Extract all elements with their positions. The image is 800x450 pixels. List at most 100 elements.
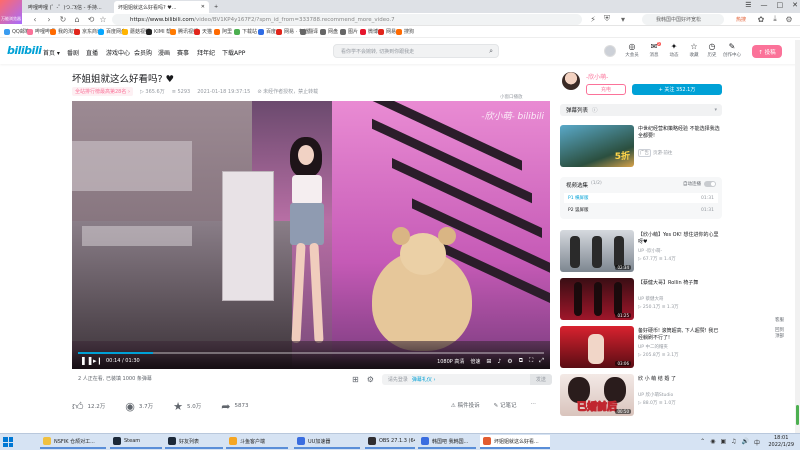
taskbar-item[interactable]: OBS 27.1.3 (64-bi... [365, 435, 415, 449]
taskbar-item[interactable]: NSFIK 仓颉对工... [40, 435, 106, 449]
bolt-icon[interactable]: ⚡ [588, 14, 598, 24]
danmaku-input[interactable]: 请先登录 弹幕礼仪 › 发送 [381, 374, 552, 385]
danmaku-etiquette-link[interactable]: 弹幕礼仪 › [412, 376, 436, 383]
taskbar-item[interactable]: Steam [110, 435, 162, 449]
bookmark-item[interactable]: 网盘 [320, 28, 338, 35]
nav-manga[interactable]: 漫画 [158, 48, 170, 57]
back-icon[interactable]: ‹ [30, 14, 40, 24]
progress-bar[interactable] [78, 352, 544, 354]
recommended-video[interactable]: 02:34 【欣小萌】Yes OK! 想住进你的心里呀♥ UP -欣小萌- ▷ … [560, 230, 722, 274]
recommended-video[interactable]: 01:25 【蔡健大哥】Rollin 椅子舞 UP 蔡健大哥 ▷ 250.1万 … [560, 278, 722, 322]
fullscreen-icon[interactable]: ⤢ [539, 357, 544, 365]
customer-service-button[interactable]: 客服 [775, 318, 784, 324]
next-episode-icon[interactable]: ▸❙ [93, 357, 102, 365]
restore-tab-icon[interactable]: ⟲ [86, 14, 96, 24]
nav-live[interactable]: 直播 [86, 48, 98, 57]
note-button[interactable]: ✎ 记笔记 [494, 401, 517, 409]
url-input[interactable]: https://www.bilibili.com/video/BV1KP4y16… [112, 14, 582, 25]
tray-app-icon[interactable]: ▣ [720, 438, 726, 447]
favorite-star-icon[interactable]: ☆ [98, 14, 108, 24]
upload-button[interactable]: ↑ 投稿 [752, 45, 782, 58]
follow-button[interactable]: + 关注 352.1万 [632, 84, 722, 95]
like-button[interactable]: 👍︎ 12.2万 [72, 400, 105, 413]
taskbar-item[interactable]: 好友列表 [165, 435, 223, 449]
close-window-icon[interactable]: ✕ [792, 1, 798, 9]
clock[interactable]: 18:01 2022/1/29 [768, 435, 794, 449]
nav-download-app[interactable]: 下载APP [222, 48, 245, 57]
toggle-switch[interactable] [704, 181, 716, 187]
ime-indicator[interactable]: 中 [754, 438, 760, 447]
bookmark-item[interactable]: 搜狗 [396, 28, 414, 35]
home-icon[interactable]: ⌂ [72, 14, 82, 24]
recommended-video[interactable]: 已婚前后 00:50 欣 小 萌 结 婚 了 UP 欣小萌Studio ▷ 88… [560, 374, 722, 418]
scrollbar-track[interactable] [795, 40, 800, 433]
back-to-top-button[interactable]: 回到 顶部 [775, 328, 784, 340]
vip-button[interactable]: ◎ 大会员 [622, 42, 642, 58]
shield-icon[interactable]: ⛨ [602, 14, 612, 24]
taskbar-item[interactable]: 坏姐姐就这么好看... [480, 435, 550, 449]
favorites-button[interactable]: ☆ 收藏 [684, 42, 704, 58]
rank-tag[interactable]: 全站排行榜最高第28名 › [72, 87, 133, 96]
danmaku-settings-icon[interactable]: ⚙ [367, 375, 374, 384]
tray-app-icon[interactable]: ◉ [710, 438, 715, 447]
forward-icon[interactable]: › [44, 14, 54, 24]
browser-tab-active[interactable]: 坏姐姐就这么好看吗? ♥... ✕ [114, 1, 209, 13]
taskbar-item[interactable]: UU加速器 [294, 435, 360, 449]
download-icon[interactable]: ⤓ [770, 14, 780, 24]
mini-player-toggle[interactable]: 小窗口播放 [500, 94, 523, 100]
danmaku-list-header[interactable]: 弹幕列表 ⓘ ▾ [560, 104, 722, 116]
danmaku-toggle-icon[interactable]: ⊞ [352, 375, 359, 384]
quality-selector[interactable]: 1080P 高清 [437, 358, 464, 365]
pip-icon[interactable]: ⧉ [519, 357, 523, 365]
speed-selector[interactable]: 倍速 [470, 358, 480, 365]
settings-icon[interactable]: ⚙ [507, 358, 512, 365]
volume-tray-icon[interactable]: 🔊 [742, 438, 749, 447]
uploader-name[interactable]: -欣小萌- [586, 72, 608, 81]
nav-game-center[interactable]: 游戏中心 [106, 48, 130, 57]
dynamics-button[interactable]: ✦ 动态 [664, 42, 684, 58]
share-button[interactable]: ➦ 5873 [221, 400, 248, 413]
start-button[interactable] [3, 437, 13, 447]
subtitle-icon[interactable]: ⊞ [486, 358, 491, 365]
nav-anime[interactable]: 番剧 [67, 48, 79, 57]
recommended-video[interactable]: 03:06 备好硬币! 滚筒超高, 下人超赞! 我已经躺刷不行了! UP 中二的… [560, 326, 722, 370]
uploader-avatar[interactable] [562, 72, 580, 90]
minimize-icon[interactable]: — [761, 1, 768, 9]
volume-icon[interactable]: ♪ [497, 358, 501, 365]
episode-item-p2[interactable]: P2 竖屏版 01:31 [564, 205, 718, 215]
bookmark-item[interactable]: 图片 [340, 28, 358, 35]
widescreen-icon[interactable]: ⛶ [529, 357, 533, 365]
tray-app-icon[interactable]: ♫ [731, 438, 736, 447]
menu-icon[interactable]: ☰ [745, 1, 751, 9]
nav-mall[interactable]: 会员购 [134, 48, 152, 57]
bookmark-item[interactable]: 翻译 [300, 28, 318, 35]
avatar[interactable] [604, 45, 616, 57]
hot-badge[interactable]: 热搜 [730, 14, 752, 24]
episode-item-p1[interactable]: P1 横屏版 01:31 [564, 193, 718, 203]
taskbar-item[interactable]: 韩国吧 我韩国... [418, 435, 476, 449]
extension-icon[interactable]: ✿ [756, 14, 766, 24]
report-button[interactable]: ⚠ 稿件投诉 [451, 401, 480, 409]
coin-button[interactable]: ◉ 3.7万 [125, 400, 153, 413]
tools-icon[interactable]: ⚙ [784, 14, 794, 24]
browser-logo[interactable]: 万能浏览器 [0, 0, 22, 24]
bookmark-item[interactable]: 阿里 [214, 28, 232, 35]
play-pause-icon[interactable]: ❚❚ [80, 356, 93, 365]
bilibili-logo[interactable]: bilibili [7, 44, 42, 57]
browser-search-input[interactable]: 我韩国中国好坏宽松 [642, 14, 724, 25]
dropdown-icon[interactable]: ▾ [618, 14, 628, 24]
charge-button[interactable]: 充电 [586, 84, 626, 95]
autoplay-toggle[interactable]: 自动连播 [683, 181, 716, 187]
bookmark-item[interactable]: KIMI 帮 [146, 28, 171, 35]
browser-tab[interactable]: 飞信 - 手持... [68, 1, 112, 13]
bookmark-item[interactable]: QQ邮箱 [4, 28, 30, 35]
nav-home[interactable]: 首页 ▾ [43, 48, 60, 57]
send-danmaku-button[interactable]: 发送 [529, 374, 552, 385]
favorite-button[interactable]: ★ 5.0万 [173, 400, 201, 413]
bookmark-item[interactable]: 百度 [258, 28, 276, 35]
bookmark-item[interactable]: 天猫 [194, 28, 212, 35]
history-button[interactable]: ◷ 历史 [702, 42, 722, 58]
new-tab-button[interactable]: + [210, 1, 220, 13]
tab-close-icon[interactable]: ✕ [201, 4, 205, 10]
bookmark-item[interactable]: 下载站 [234, 28, 257, 35]
